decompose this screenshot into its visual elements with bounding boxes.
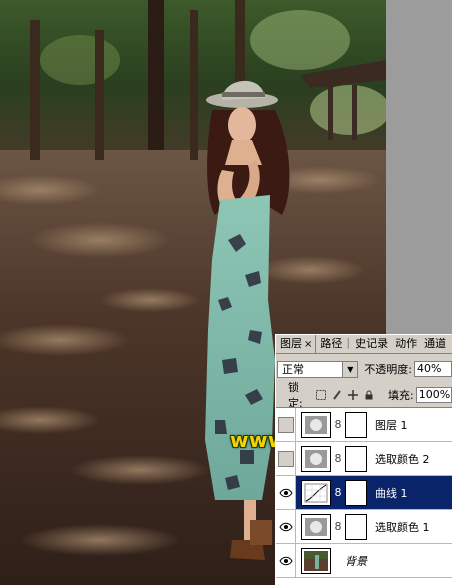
fill-label: 填充: — [388, 389, 414, 402]
layer-thumbnail — [301, 411, 331, 438]
selective-color-icon — [301, 513, 331, 540]
lock-position-icon[interactable] — [347, 389, 359, 401]
chain-link-icon[interactable]: 8 — [331, 520, 345, 533]
layer-mask-thumbnail — [345, 411, 367, 438]
tab-history[interactable]: 史记录 — [351, 335, 391, 353]
tab-channels[interactable]: 通道 — [420, 335, 449, 353]
fill-input[interactable]: 100% — [415, 387, 452, 403]
layer-name: 选取颜色 2 — [375, 452, 430, 466]
photo-thumbnail — [301, 547, 331, 574]
selective-color-icon — [301, 445, 331, 472]
layer-name: 背景 — [345, 554, 367, 568]
layer-row[interactable]: 8 选取颜色 1 — [276, 510, 452, 544]
layer-row[interactable]: 背景 — [276, 544, 452, 578]
eye-icon — [278, 556, 293, 565]
tab-history-label: 史记录 — [355, 337, 389, 350]
visibility-empty-icon — [277, 416, 294, 433]
chain-link-icon[interactable]: 8 — [331, 486, 345, 499]
eye-icon — [278, 488, 293, 497]
layer-mask-thumbnail — [345, 513, 367, 540]
visibility-toggle[interactable] — [276, 476, 296, 509]
tab-channels-label: 通道 — [424, 337, 447, 350]
tab-actions-label: 动作 — [395, 337, 418, 350]
layer-name: 选取颜色 1 — [375, 520, 430, 534]
layer-row-selected[interactable]: 8 曲线 1 — [276, 476, 452, 510]
layers-list: 8 图层 1 8 选取颜色 2 8 曲线 1 8 选取颜色 1 背景 — [276, 407, 452, 585]
panel-tabs: 图层 × 路径 | 史记录 动作 通道 — [276, 335, 452, 354]
layer-name: 曲线 1 — [375, 486, 408, 500]
eye-icon — [278, 522, 293, 531]
lock-fill-row: 锁定: 填充: 100% — [288, 381, 452, 410]
tab-close-icon[interactable]: × — [302, 339, 312, 350]
tab-layers-label: 图层 — [280, 337, 302, 350]
lock-image-pixels-icon[interactable] — [332, 389, 343, 401]
opacity-label: 不透明度: — [364, 363, 413, 376]
visibility-empty-icon — [277, 450, 294, 467]
blend-opacity-row: 正常 ▼ 不透明度: 40% — [277, 359, 452, 379]
lock-all-icon[interactable] — [363, 389, 374, 401]
visibility-toggle[interactable] — [276, 442, 296, 475]
visibility-toggle[interactable] — [276, 510, 296, 543]
visibility-toggle[interactable] — [276, 544, 296, 577]
lock-transparent-pixels-icon[interactable] — [316, 389, 327, 401]
visibility-toggle[interactable] — [276, 408, 296, 441]
blend-mode-value: 正常 — [282, 363, 304, 376]
layer-row[interactable]: 8 选取颜色 2 — [276, 442, 452, 476]
blend-mode-select[interactable]: 正常 ▼ — [277, 360, 359, 378]
curves-icon — [301, 479, 331, 506]
chevron-down-icon[interactable]: ▼ — [342, 361, 358, 377]
layer-row[interactable]: 8 图层 1 — [276, 408, 452, 442]
opacity-input[interactable]: 40% — [414, 361, 452, 377]
tab-layers[interactable]: 图层 × — [276, 335, 317, 353]
layer-mask-thumbnail — [345, 479, 367, 506]
tab-paths[interactable]: 路径 — [316, 335, 345, 353]
layer-mask-thumbnail — [345, 445, 367, 472]
tab-paths-label: 路径 — [320, 337, 343, 350]
layers-panel: 图层 × 路径 | 史记录 动作 通道 正常 ▼ 不透明度: 40% 锁定: 填充… — [275, 334, 452, 585]
layer-name: 图层 1 — [375, 418, 408, 432]
tab-actions[interactable]: 动作 — [391, 335, 420, 353]
chain-link-icon[interactable]: 8 — [331, 452, 345, 465]
chain-link-icon[interactable]: 8 — [331, 418, 345, 431]
